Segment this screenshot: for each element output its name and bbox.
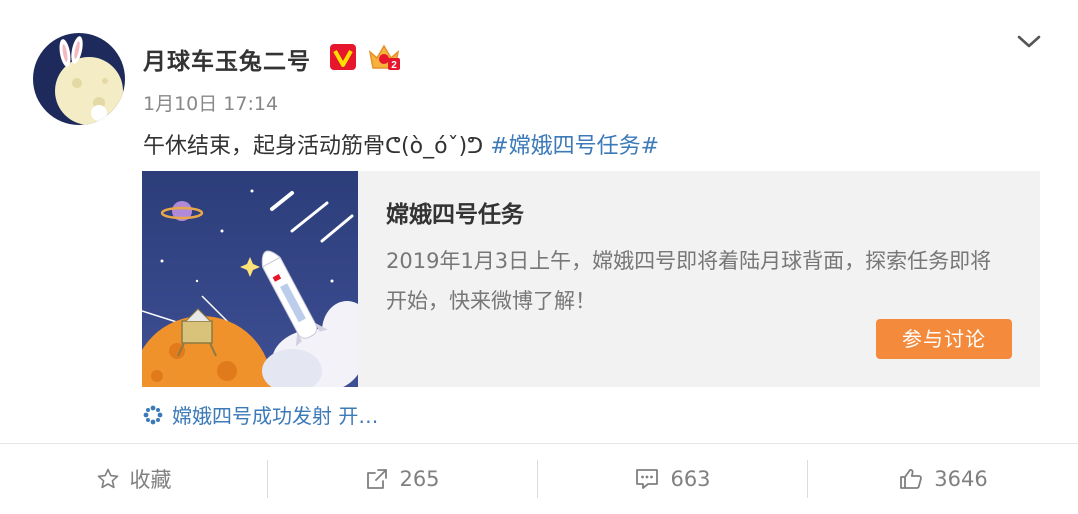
action-bar: 收藏 265 663 3646 [0,444,1078,514]
member-crown-icon[interactable]: 2 [367,42,401,72]
hashtag-link[interactable]: #嫦娥四号任务# [490,134,659,159]
username[interactable]: 月球车玉兔二号 [143,42,311,76]
topic-card[interactable]: 嫦娥四号任务 2019年1月3日上午，嫦娥四号即将着陆月球背面，探索任务即将开始… [142,171,1040,387]
topic-thumbnail [142,171,358,387]
repost-count: 265 [399,467,440,491]
verified-badge-icon [330,44,356,70]
post-body-text: 午休结束，起身活动筋骨ᕦ(ò_óˇ)ᕤ [143,134,491,159]
star-icon [97,468,118,489]
share-icon [367,469,388,489]
like-count: 3646 [934,467,988,491]
thumbs-up-icon [900,469,923,489]
favorite-label: 收藏 [129,468,172,492]
avatar[interactable] [33,33,125,125]
chevron-down-icon[interactable] [1014,30,1044,54]
svg-text:2: 2 [391,60,397,71]
location-dots-icon [143,405,163,424]
favorite-button[interactable]: 收藏 [0,444,267,514]
like-button[interactable]: 3646 [808,444,1078,514]
comment-button[interactable]: 663 [538,444,807,514]
post-timestamp[interactable]: 1月10日 17:14 [143,89,278,116]
location-label: 嫦娥四号成功发射 开… [172,404,379,428]
join-discussion-button[interactable]: 参与讨论 [876,319,1012,359]
comment-icon [636,469,659,489]
topic-title: 嫦娥四号任务 [386,202,524,228]
location-link[interactable]: 嫦娥四号成功发射 开… [142,400,378,429]
weibo-post-card: 月球车玉兔二号 2 1月10日 17:14 午休结束，起身活动筋骨ᕦ(ò_óˇ)… [0,0,1078,514]
post-text: 午休结束，起身活动筋骨ᕦ(ò_óˇ)ᕤ #嫦娥四号任务# [143,128,659,160]
repost-button[interactable]: 265 [268,444,537,514]
topic-description: 2019年1月3日上午，嫦娥四号即将着陆月球背面，探索任务即将开始，快来微博了解… [386,249,992,313]
comment-count: 663 [670,467,711,491]
